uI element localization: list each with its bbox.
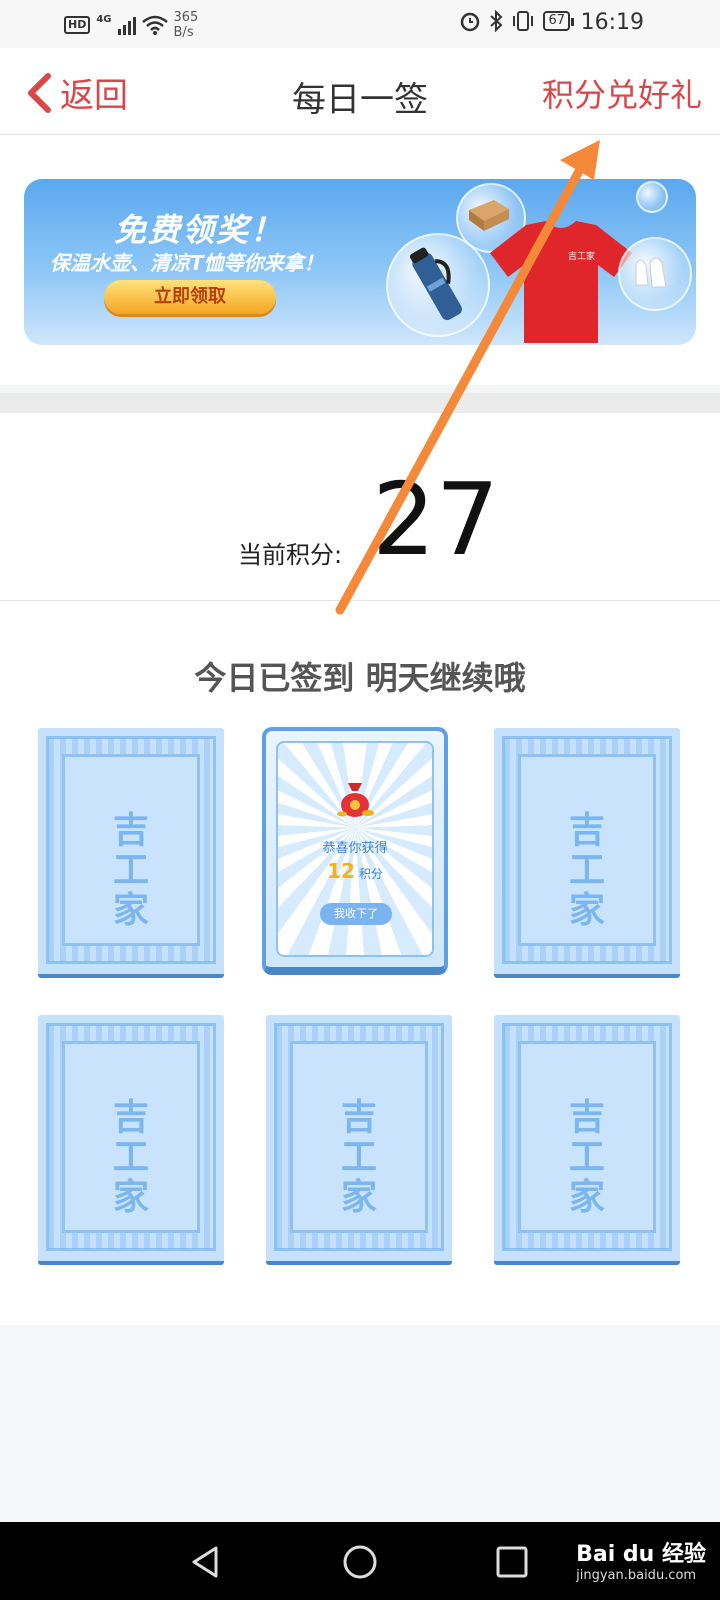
speed-value: 365 — [173, 10, 199, 25]
triangle-back-icon[interactable] — [186, 1542, 226, 1582]
bluetooth-icon — [490, 10, 503, 32]
earned-points: 12 积分 — [266, 859, 444, 883]
card-inner: 吉工家 — [290, 1041, 428, 1233]
sign-card-4[interactable]: 吉工家 — [38, 1015, 224, 1265]
sign-card-5[interactable]: 吉工家 — [266, 1015, 452, 1265]
promo-banner[interactable]: 免费领奖！ 保温水壶、清凉T恤等你来拿！ 立即领取 吉工家 — [24, 179, 696, 345]
congrats-text: 恭喜你获得 — [322, 841, 388, 856]
tshirt-icon: 吉工家 — [490, 221, 632, 343]
header-bar: 返回 每日一签 积分兑好礼 — [0, 48, 720, 135]
wifi-icon — [141, 15, 168, 35]
gloves-icon — [635, 257, 667, 288]
baidu-watermark: Bai du 经验 jingyan.baidu.com — [576, 1536, 706, 1583]
shirt-logo: 吉工家 — [568, 250, 595, 261]
earned-amount: 12 — [327, 859, 355, 883]
card-inner: 吉工家 — [62, 754, 200, 946]
vibrate-icon — [513, 11, 534, 31]
network-speed: 365 B/s — [174, 10, 199, 40]
card-inner: 吉工家 — [518, 754, 656, 946]
alarm-icon — [461, 12, 480, 32]
exchange-gifts-link[interactable]: 积分兑好礼 — [542, 70, 702, 116]
sign-card-6[interactable]: 吉工家 — [494, 1015, 680, 1265]
network-type: 4G — [96, 13, 112, 25]
card-inner: 吉工家 — [62, 1041, 200, 1233]
signal-icon — [117, 15, 136, 35]
circle-home-icon[interactable] — [340, 1542, 380, 1582]
earned-unit: 积分 — [358, 867, 383, 881]
status-left: HD 4G 365 B/s — [64, 10, 198, 40]
section-divider — [0, 393, 720, 413]
red-envelope-bag-icon — [337, 783, 374, 817]
sign-status-text: 今日已签到 明天继续哦 — [194, 659, 526, 697]
square-recent-icon[interactable] — [492, 1542, 532, 1582]
card-brand: 吉工家 — [568, 1097, 605, 1218]
banner-section: 免费领奖！ 保温水壶、清凉T恤等你来拿！ 立即领取 吉工家 — [0, 135, 720, 385]
sign-card-1[interactable]: 吉工家 — [38, 728, 224, 978]
points-section: 当前积分: 27 — [0, 413, 720, 601]
sign-cards-section: 今日已签到 明天继续哦 吉工家 恭喜你获得 12 积分 我收下了 吉工家 吉 工… — [0, 601, 720, 1325]
card-brand: 吉工家 — [112, 1097, 149, 1218]
sign-card-3[interactable]: 吉工家 — [494, 728, 680, 978]
accept-button[interactable]: 我收下了 — [320, 903, 392, 925]
current-points-value: 27 — [372, 461, 500, 578]
card-brand: 吉工家 — [112, 810, 149, 931]
speed-unit: B/s — [173, 25, 194, 40]
card-brand: 吉工家 — [340, 1097, 377, 1218]
watermark-url: jingyan.baidu.com — [576, 1568, 697, 1583]
current-points-label: 当前积分: — [238, 541, 343, 569]
banner-subline: 保温水壶、清凉T恤等你来拿！ — [50, 251, 324, 275]
watermark-brand: Bai du 经验 — [576, 1542, 706, 1567]
thermos-icon — [409, 247, 462, 321]
hd-badge: HD — [64, 16, 91, 34]
system-nav-bar: Bai du 经验 jingyan.baidu.com — [0, 1522, 720, 1600]
claim-now-button[interactable]: 立即领取 — [104, 280, 276, 314]
sign-card-2-opened[interactable]: 恭喜你获得 12 积分 我收下了 — [262, 727, 448, 975]
small-bubble — [636, 181, 668, 213]
status-right: 67 — [459, 10, 574, 32]
card-brand: 吉工家 — [568, 810, 605, 931]
clock: 16:19 — [580, 10, 644, 35]
banner-headline: 免费领奖！ — [114, 211, 285, 249]
status-bar: HD 4G 365 B/s 67 16:19 — [0, 0, 720, 48]
battery-icon: 67 — [543, 11, 574, 31]
card-inner: 吉工家 — [518, 1041, 656, 1233]
